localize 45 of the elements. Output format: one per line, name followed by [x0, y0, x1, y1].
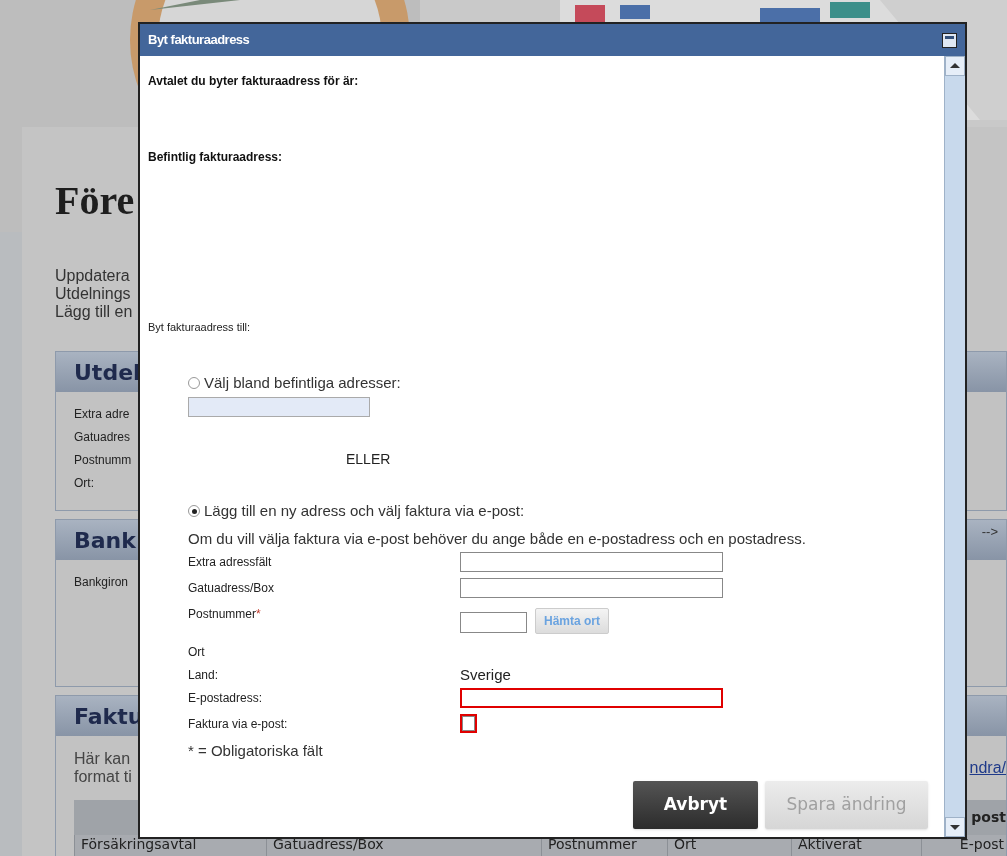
- section-title: Utdel: [74, 358, 141, 387]
- info-text: Om du vill välja faktura via e-post behöver du ange både en e-postadress och en postadress.: [188, 528, 807, 549]
- field-label: Ort: [188, 644, 206, 661]
- input-field[interactable]: [460, 552, 723, 572]
- separator-text: ELLER: [346, 450, 392, 469]
- field-label: Bankgiron: [74, 574, 129, 590]
- field-label: format ti: [74, 768, 132, 786]
- input-field[interactable]: [460, 612, 527, 633]
- cancel-button[interactable]: Avbryt: [633, 780, 758, 829]
- field-label: Extra adressfält: [188, 554, 273, 571]
- required-note: * = Obligatoriska fält: [188, 741, 324, 761]
- section-label: Befintlig fakturaadress:: [148, 149, 284, 166]
- field-label: Postnumm: [74, 452, 132, 468]
- page-heading: Före: [55, 177, 136, 225]
- field-label: Faktura via e-post:: [188, 716, 289, 733]
- field-label: Ort:: [74, 475, 94, 491]
- maximize-icon[interactable]: [942, 32, 957, 48]
- section-title: Bank: [74, 526, 136, 555]
- section-label: Avtalet du byter fakturaadress för är:: [148, 73, 360, 90]
- radio-button[interactable]: [188, 505, 200, 518]
- section-label: Byt fakturaadress till:: [148, 320, 252, 335]
- option-label: Lägg till en ny adress och välj faktura via e-post:: [204, 501, 525, 521]
- field-label: Gatuadres: [74, 429, 131, 445]
- field-label: Här kan: [74, 750, 131, 768]
- input-field[interactable]: [460, 578, 723, 598]
- scroll-down-icon[interactable]: [945, 817, 965, 837]
- field-label: Postnummer*: [188, 606, 262, 623]
- link[interactable]: ndra/: [969, 756, 1006, 780]
- scroll-up-icon[interactable]: [945, 56, 965, 76]
- field-label: Extra adre: [74, 406, 130, 422]
- intro-text: Lägg till en: [55, 303, 134, 321]
- field-label: Land:: [188, 667, 220, 684]
- address-dropdown[interactable]: [188, 397, 370, 417]
- field-label: Gatuadress/Box: [188, 580, 276, 597]
- field-value: Sverige: [460, 665, 511, 685]
- window-title: Byt fakturaadress: [148, 31, 250, 50]
- scrollbar[interactable]: [944, 56, 965, 837]
- intro-text: Utdelnings: [55, 285, 132, 303]
- intro-text: Uppdatera: [55, 267, 131, 285]
- input-field[interactable]: [460, 688, 723, 708]
- radio-button[interactable]: [188, 376, 200, 389]
- column-header: post: [971, 808, 1006, 827]
- field-label: E-postadress:: [188, 690, 264, 707]
- option-label: Välj bland befintliga adresser:: [204, 372, 401, 393]
- arrow-text: -->: [981, 523, 998, 541]
